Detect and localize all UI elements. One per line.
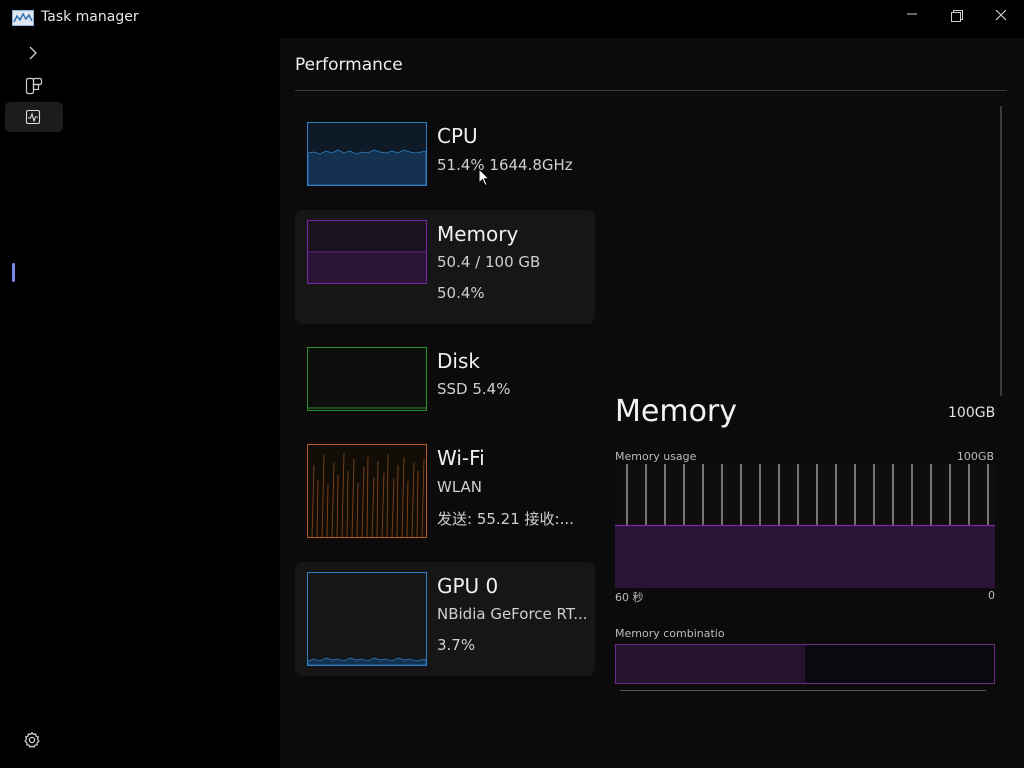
minimize-icon: [907, 13, 917, 15]
memory-usage-label: Memory usage: [615, 450, 697, 463]
close-button[interactable]: [986, 6, 1016, 26]
memory-percent-text: 50.4%: [437, 284, 485, 302]
chart-axis-right: 0: [988, 589, 995, 602]
memory-title: Memory: [437, 222, 519, 246]
gpu-name-text: NBidia GeForce RT...: [437, 605, 588, 623]
wifi-throughput-text: 发送: 55.21 接收:...: [437, 510, 574, 528]
memory-combination-fill: [616, 645, 805, 683]
sidebar-item-performance[interactable]: [5, 102, 63, 132]
vertical-scrollbar[interactable]: [1000, 106, 1002, 396]
sidebar-expand-button[interactable]: [5, 38, 63, 68]
wifi-title: Wi-Fi: [437, 446, 485, 470]
minimize-button[interactable]: [897, 6, 927, 26]
cpu-title: CPU: [437, 124, 478, 148]
chevron-right-icon: [29, 46, 37, 60]
memory-thumbnail-graph: [307, 220, 427, 284]
gear-icon: [24, 731, 40, 748]
gpu-thumbnail-graph: [307, 572, 427, 666]
settings-button[interactable]: [20, 728, 44, 752]
device-card-memory[interactable]: Memory 50.4 / 100 GB 50.4%: [295, 210, 595, 324]
app-title: Task manager: [41, 9, 139, 25]
performance-icon: [25, 109, 41, 125]
restore-button[interactable]: [942, 6, 972, 26]
detail-title: Memory: [615, 394, 738, 429]
disk-usage-text: SSD 5.4%: [437, 380, 511, 398]
device-card-wifi[interactable]: Wi-Fi WLAN 发送: 55.21 接收:...: [295, 432, 595, 546]
memory-usage-area: [615, 525, 995, 588]
memory-combination-bar: [615, 644, 995, 684]
header-divider: [295, 90, 1007, 91]
chart-axis-left: 60 秒: [615, 591, 644, 604]
memory-usage-max: 100GB: [956, 450, 994, 463]
selection-indicator: [12, 263, 15, 282]
device-card-cpu[interactable]: CPU 51.4% 1644.8GHz: [295, 110, 595, 224]
cpu-usage-text: 51.4% 1644.8GHz: [437, 156, 573, 174]
close-icon: [995, 9, 1007, 21]
gpu-usage-text: 3.7%: [437, 636, 476, 654]
restore-icon: [951, 10, 963, 22]
device-card-gpu[interactable]: GPU 0 NBidia GeForce RT... 3.7%: [295, 562, 595, 676]
memory-usage-chart: [615, 464, 995, 588]
sidebar: [0, 36, 280, 768]
cpu-thumbnail-graph: [307, 122, 427, 186]
processes-icon: [25, 77, 43, 95]
memory-usage-text: 50.4 / 100 GB: [437, 253, 541, 271]
memory-combination-label: Memory combinatio: [615, 627, 725, 640]
wifi-adapter-text: WLAN: [437, 478, 483, 496]
task-manager-icon: [12, 10, 34, 26]
sidebar-item-processes[interactable]: [5, 70, 63, 100]
title-bar: Task manager: [0, 0, 1024, 36]
wifi-thumbnail-graph: [307, 444, 427, 538]
page-title: Performance: [295, 55, 403, 75]
disk-thumbnail-graph: [307, 347, 427, 411]
detail-total: 100GB: [948, 405, 996, 421]
combination-divider: [620, 690, 986, 691]
gpu-title: GPU 0: [437, 574, 499, 598]
mouse-cursor-icon: [478, 168, 490, 187]
performance-page: Performance CPU 51.4% 1644.8GHz Memory 5…: [280, 38, 1024, 768]
disk-title: Disk: [437, 349, 480, 373]
